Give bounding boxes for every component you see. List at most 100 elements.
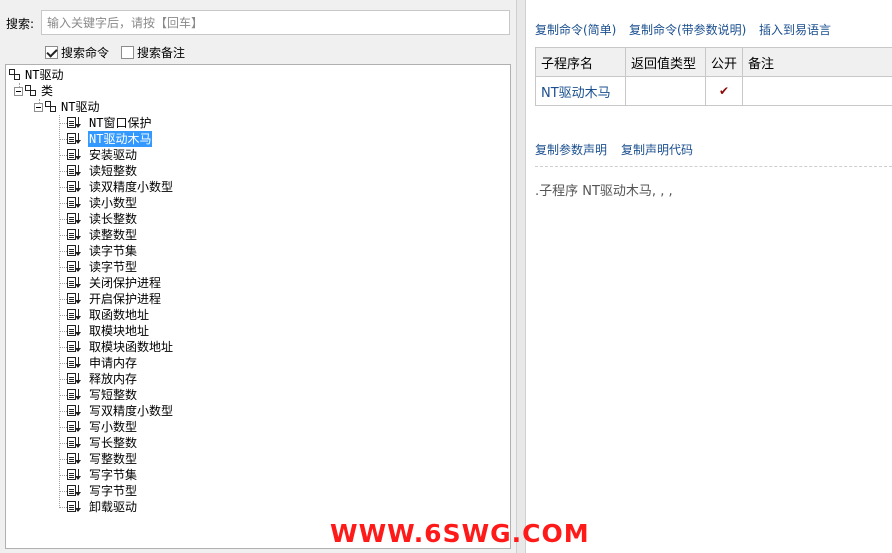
tree-method-node[interactable]: 申请内存 (67, 355, 138, 371)
note-cell (742, 76, 892, 106)
tree-connector (60, 299, 67, 300)
tree-method-node[interactable]: 写整数型 (67, 451, 138, 467)
tree-class-folder-node[interactable]: 类 (14, 83, 54, 99)
tree-method-node[interactable]: 写字节集 (67, 467, 138, 483)
tree-method-node[interactable]: NT窗口保护 (67, 115, 152, 131)
subroutine-table: 子程序名 返回值类型 公开 备注 NT驱动木马 ✔ (535, 47, 892, 106)
tree-connector (60, 219, 67, 220)
tree-method-label: 写小数型 (89, 420, 138, 434)
module-tree[interactable]: NT驱动 类 NT驱动 NT窗口保护 NT驱动木马 安装驱动 读短整数 读双精度小数型读… (5, 64, 511, 549)
tree-method-label: 取函数地址 (89, 308, 150, 322)
tree-method-label: 读双精度小数型 (89, 180, 174, 194)
tree-method-node[interactable]: 安装驱动 (67, 147, 138, 163)
col-return-type: 返回值类型 (625, 47, 706, 77)
class-icon (45, 101, 57, 113)
tree-method-node[interactable]: 读双精度小数型 (67, 179, 174, 195)
return-type-cell (625, 76, 706, 106)
col-note: 备注 (742, 47, 892, 77)
method-icon (67, 148, 86, 162)
library-icon (9, 69, 21, 81)
table-row[interactable]: NT驱动木马 ✔ (535, 76, 892, 106)
tree-connector (60, 283, 67, 284)
tree-method-node[interactable]: 写长整数 (67, 435, 138, 451)
tree-method-label: NT驱动木马 (88, 131, 153, 147)
method-icon (67, 372, 86, 386)
search-label: 搜索: (6, 17, 35, 31)
search-input[interactable] (41, 10, 510, 35)
copy-command-with-params-link[interactable]: 复制命令(带参数说明) (629, 21, 746, 38)
tree-connector (60, 155, 67, 156)
tree-method-node[interactable]: 释放内存 (67, 371, 138, 387)
tree-method-node[interactable]: 写双精度小数型 (67, 403, 174, 419)
tree-connector (60, 507, 67, 508)
tree-method-node[interactable]: 卸载驱动 (67, 499, 138, 515)
tree-connector (60, 315, 67, 316)
search-commands-checkbox[interactable] (45, 45, 58, 59)
tree-root-label: NT驱动 (25, 68, 64, 82)
tree-connector (60, 235, 67, 236)
right-panel: 复制命令(简单) 复制命令(带参数说明) 插入到易语言 子程序名 返回值类型 公… (526, 0, 892, 553)
tree-connector (60, 395, 67, 396)
tree-connector (60, 475, 67, 476)
tree-method-node[interactable]: 取模块函数地址 (67, 339, 174, 355)
method-icon (67, 260, 86, 274)
tree-connector (60, 347, 67, 348)
method-icon (67, 404, 86, 418)
tree-method-node[interactable]: NT驱动木马 (67, 131, 153, 147)
tree-connector (60, 123, 67, 124)
tree-method-node[interactable]: 写短整数 (67, 387, 138, 403)
tree-class-folder-label: 类 (41, 84, 54, 98)
tree-method-node[interactable]: 读字节集 (67, 243, 138, 259)
subroutine-name-cell[interactable]: NT驱动木马 (535, 76, 626, 106)
copy-command-simple-link[interactable]: 复制命令(简单) (535, 21, 616, 38)
public-check-icon: ✔ (705, 76, 743, 106)
tree-method-label: 读长整数 (89, 212, 138, 226)
tree-connector (60, 267, 67, 268)
tree-method-node[interactable]: 写小数型 (67, 419, 138, 435)
method-icon (67, 164, 86, 178)
tree-connector (59, 115, 60, 508)
method-icon (67, 356, 86, 370)
tree-method-node[interactable]: 取模块地址 (67, 323, 150, 339)
tree-connector (60, 251, 67, 252)
method-icon (67, 420, 86, 434)
method-icon (67, 228, 86, 242)
tree-class-node[interactable]: NT驱动 (34, 99, 100, 115)
tree-method-label: 开启保护进程 (89, 292, 162, 306)
tree-method-node[interactable]: 取函数地址 (67, 307, 150, 323)
method-icon (67, 452, 86, 466)
method-icon (67, 116, 86, 130)
tree-method-node[interactable]: 读小数型 (67, 195, 138, 211)
tree-method-node[interactable]: 读短整数 (67, 163, 138, 179)
tree-root-node[interactable]: NT驱动 (9, 67, 64, 83)
filter-search-notes[interactable]: 搜索备注 (121, 44, 185, 60)
tree-method-node[interactable]: 读长整数 (67, 211, 138, 227)
tree-method-node[interactable]: 开启保护进程 (67, 291, 162, 307)
filter-search-commands[interactable]: 搜索命令 (45, 44, 109, 60)
search-row: 搜索: (0, 8, 516, 36)
copy-decl-code-link[interactable]: 复制声明代码 (621, 141, 693, 158)
col-public: 公开 (705, 47, 743, 77)
panel-splitter[interactable] (516, 0, 526, 553)
tree-method-label: 卸载驱动 (89, 500, 138, 514)
method-icon (67, 276, 86, 290)
tree-method-label: 读短整数 (89, 164, 138, 178)
left-panel: 搜索: 搜索命令 搜索备注 NT驱动 类 NT驱动 NT窗口保护NT驱动木马安装… (0, 0, 516, 553)
declaration-text: .子程序 NT驱动木马, , , (535, 184, 673, 199)
method-icon (67, 244, 86, 258)
tree-method-node[interactable]: 写字节型 (67, 483, 138, 499)
tree-method-node[interactable]: 读字节型 (67, 259, 138, 275)
collapse-icon[interactable] (34, 102, 43, 112)
tree-connector (60, 379, 67, 380)
tree-method-label: 写字节集 (89, 468, 138, 482)
tree-method-node[interactable]: 关闭保护进程 (67, 275, 162, 291)
method-icon (67, 500, 86, 514)
collapse-icon[interactable] (14, 86, 23, 96)
tree-method-node[interactable]: 读整数型 (67, 227, 138, 243)
method-icon (67, 132, 86, 146)
search-commands-label: 搜索命令 (61, 45, 110, 60)
copy-param-decl-link[interactable]: 复制参数声明 (535, 141, 607, 158)
search-notes-checkbox[interactable] (121, 45, 134, 59)
col-subroutine-name: 子程序名 (535, 47, 626, 77)
insert-to-eyuyan-link[interactable]: 插入到易语言 (759, 21, 831, 38)
